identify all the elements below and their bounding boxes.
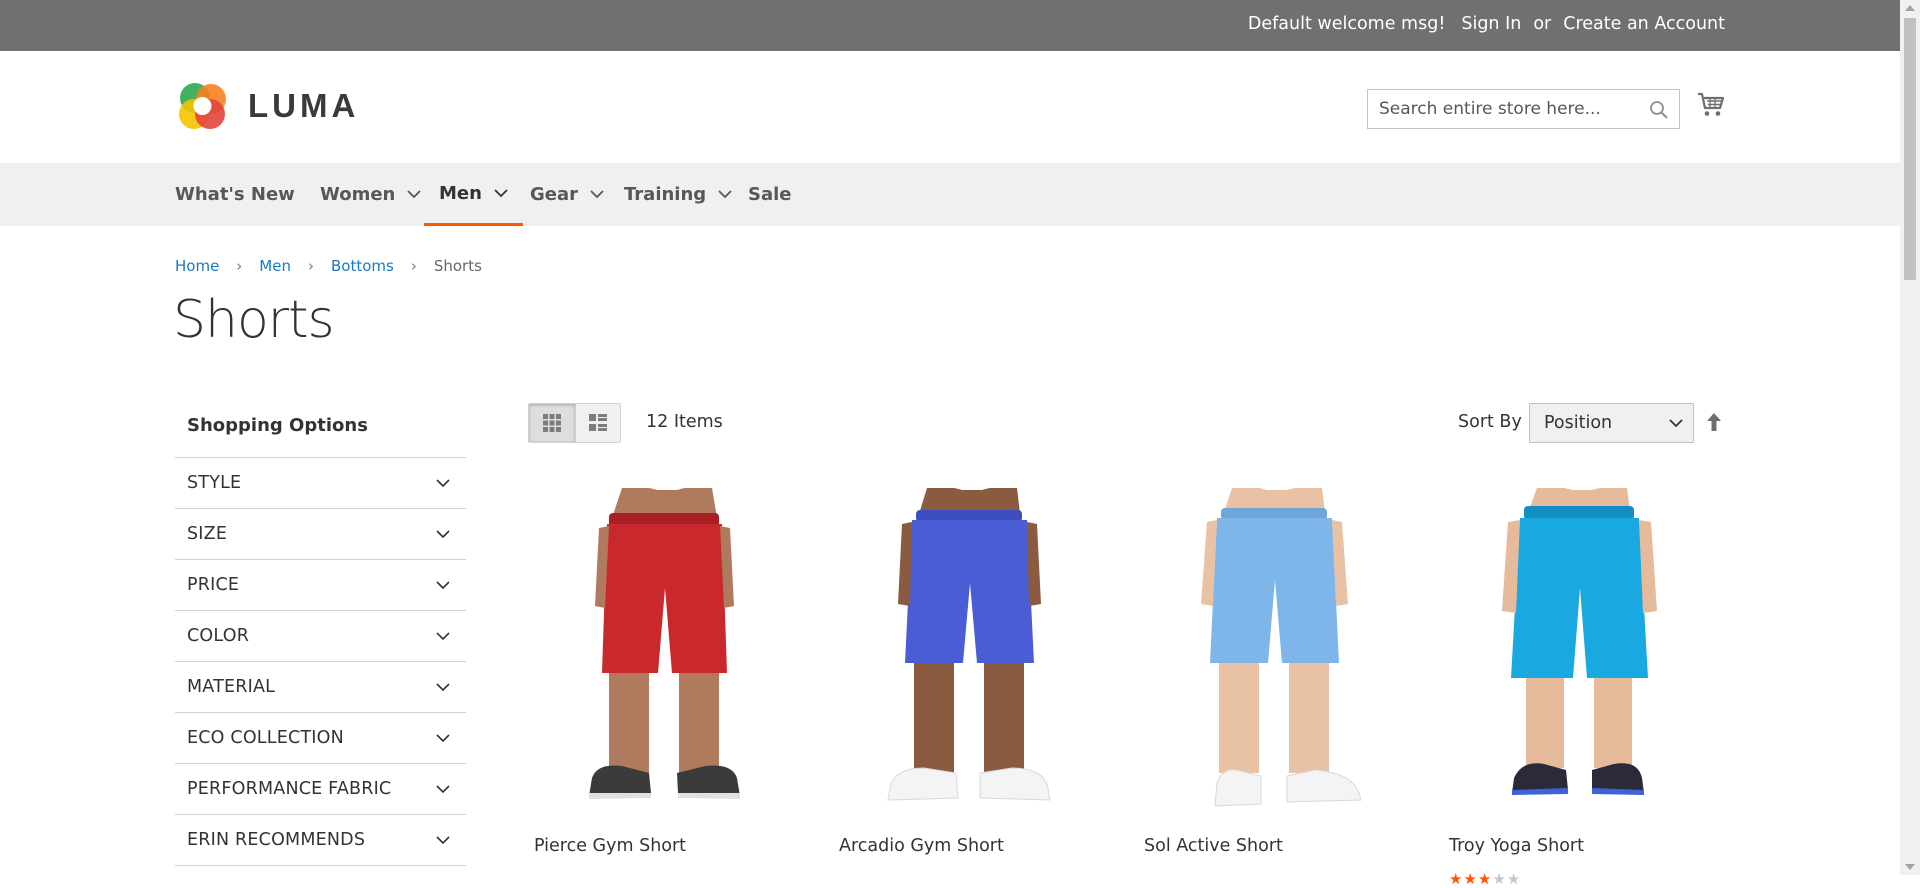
top-bar: Default welcome msg! Sign In or Create a… [0,0,1900,51]
product-name-link[interactable]: Sol Active Short [1144,836,1283,856]
nav-label: Gear [530,184,579,205]
filter-label: SIZE [187,524,228,544]
nav-item-gear[interactable]: Gear [530,163,604,226]
filter-material[interactable]: MATERIAL [175,662,466,713]
breadcrumb-bottoms[interactable]: Bottoms [331,257,394,275]
chevron-down-icon [718,190,732,199]
chevron-down-icon [436,580,450,589]
product-image[interactable] [832,488,1107,821]
sort-by-label: Sort By [1458,412,1522,432]
filter-label: STYLE [187,473,242,493]
product-item: Troy Yoga Short ★★★★★ [1442,488,1717,888]
search-icon[interactable] [1649,100,1669,120]
breadcrumb-current: Shorts [433,257,482,275]
filter-price[interactable]: PRICE [175,560,466,611]
breadcrumb: Home › Men › Bottoms › Shorts [175,257,482,275]
breadcrumb-separator-icon: › [307,257,314,275]
star-filled-icon: ★ [1477,870,1493,888]
item-count: 12 Items [646,412,723,432]
nav-item-whats-new[interactable]: What's New [175,163,295,226]
product-rating: ★★★★★ [1449,870,1521,888]
page-title: Shorts [173,290,335,350]
shopping-options-sidebar: Shopping Options STYLE SIZE PRICE COLOR … [175,403,466,866]
search-input[interactable] [1368,90,1628,128]
logo-text: LUMA [248,86,360,124]
store-logo[interactable]: LUMA [175,78,359,133]
product-name-link[interactable]: Arcadio Gym Short [839,836,1004,856]
star-empty-icon: ★ [1506,870,1522,888]
product-image[interactable] [527,488,802,821]
chevron-down-icon [436,784,450,793]
shopping-options-title: Shopping Options [175,403,466,458]
chevron-down-icon [436,631,450,640]
breadcrumb-home[interactable]: Home [175,257,219,275]
product-item: Sol Active Short [1137,488,1412,856]
grid-icon [542,414,561,432]
chevron-down-icon [436,529,450,538]
filter-label: PRICE [187,575,240,595]
cart-icon[interactable] [1697,92,1725,118]
nav-item-sale[interactable]: Sale [748,163,792,226]
sort-by-select[interactable]: Position [1529,403,1694,443]
search-box [1367,89,1680,129]
top-links: Default welcome msg! Sign In or Create a… [1248,14,1725,34]
filter-eco-collection[interactable]: ECO COLLECTION [175,713,466,764]
list-view-button[interactable] [574,404,620,442]
scroll-up-arrow-icon[interactable] [1905,5,1915,11]
star-empty-icon: ★ [1492,870,1507,888]
product-image[interactable] [1137,488,1412,821]
nav-label: Sale [748,184,792,205]
filter-erin-recommends[interactable]: ERIN RECOMMENDS [175,815,466,866]
luma-logo-icon [179,83,226,129]
grid-view-button[interactable] [529,404,575,442]
filter-label: MATERIAL [187,677,276,697]
filter-performance-fabric[interactable]: PERFORMANCE FABRIC [175,764,466,815]
chevron-down-icon [407,190,421,199]
welcome-message: Default welcome msg! [1247,14,1446,34]
chevron-down-icon [436,733,450,742]
breadcrumb-separator-icon: › [410,257,417,275]
header: LUMA [0,51,1900,163]
chevron-down-icon [1669,418,1683,427]
or-text: or [1533,14,1552,34]
filter-label: ECO COLLECTION [187,728,344,748]
scroll-down-arrow-icon[interactable] [1905,864,1915,870]
nav-item-training[interactable]: Training [624,163,732,226]
filter-size[interactable]: SIZE [175,509,466,560]
view-mode-switcher [528,403,621,443]
nav-label: Men [439,182,482,204]
chevron-down-icon [436,682,450,691]
chevron-down-icon [436,835,450,844]
product-name-link[interactable]: Pierce Gym Short [534,836,686,856]
scrollbar-thumb[interactable] [1904,18,1916,280]
sort-direction-arrow-icon[interactable] [1706,411,1722,433]
breadcrumb-men[interactable]: Men [259,257,291,275]
nav-item-men[interactable]: Men [424,163,523,226]
nav-label: What's New [175,184,295,205]
filter-label: COLOR [187,626,250,646]
breadcrumb-separator-icon: › [236,257,243,275]
chevron-down-icon [590,190,604,199]
filter-label: PERFORMANCE FABRIC [187,779,392,799]
page-scrollbar[interactable] [1900,0,1920,875]
filter-color[interactable]: COLOR [175,611,466,662]
chevron-down-icon [494,188,508,197]
product-image[interactable] [1442,488,1717,821]
main-navigation: What's New Women Men Gear Training Sale [0,163,1900,226]
nav-item-women[interactable]: Women [320,163,421,226]
nav-label: Training [624,184,707,205]
star-filled-icon: ★ [1463,870,1478,888]
nav-label: Women [320,184,396,205]
filter-label: ERIN RECOMMENDS [187,830,366,850]
product-name-link[interactable]: Troy Yoga Short [1449,836,1584,856]
create-account-link[interactable]: Create an Account [1563,14,1725,34]
sort-select-value: Position [1544,413,1613,433]
sign-in-link[interactable]: Sign In [1461,14,1521,34]
chevron-down-icon [436,478,450,487]
list-icon [588,414,607,431]
star-filled-icon: ★ [1449,870,1464,888]
filter-style[interactable]: STYLE [175,458,466,509]
product-item: Arcadio Gym Short [832,488,1107,856]
product-item: Pierce Gym Short [527,488,802,856]
